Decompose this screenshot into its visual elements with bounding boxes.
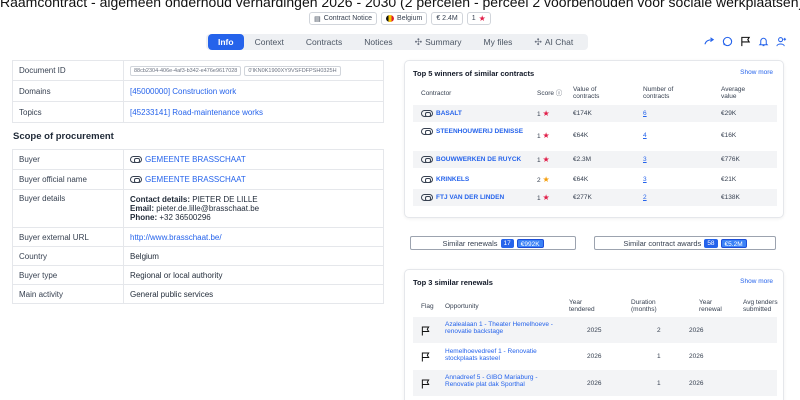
awards-count-badge: 58 [704, 238, 718, 248]
row-buyer-url: Buyer external URL http://www.brasschaat… [12, 227, 384, 247]
row-buyer-type: Buyer type Regional or local authority [12, 265, 384, 285]
organization-icon [421, 110, 433, 117]
tab-bar: Info Context Contracts Notices ✣ Summary … [206, 34, 588, 50]
awards-value-badge: €5.2M [720, 238, 747, 248]
flag-icon[interactable] [740, 36, 751, 47]
star-icon: ★ [542, 193, 550, 202]
organization-icon [421, 156, 433, 163]
row-buyer-details: Buyer details Contact details: PIETER DE… [12, 189, 384, 228]
info-icon[interactable]: ⓘ [556, 90, 563, 97]
similar-renewals-button[interactable]: Similar renewals 17 €992K [410, 236, 576, 250]
tab-ai-chat[interactable]: ✣ AI Chat [523, 34, 584, 50]
notice-meta: ▤ Contract Notice Belgium € 2.4M 1 ★ [0, 12, 800, 25]
scope-table: Buyer GEMEENTE BRASSCHAAT Buyer official… [12, 149, 384, 304]
domain-link[interactable]: [45000000] Construction work [130, 87, 236, 96]
row-main-activity: Main activity General public services [12, 284, 384, 304]
contracts-count-link[interactable]: 4 [643, 132, 647, 139]
similar-awards-button[interactable]: Similar contract awards 58 €5.2M [594, 236, 776, 250]
star-icon: ★ [542, 131, 550, 140]
show-more-renewals-link[interactable]: Show more [740, 278, 773, 285]
row-country: Country Belgium [12, 246, 384, 266]
renewals-value-badge: €992K [516, 238, 544, 248]
country-chip: Belgium [381, 12, 428, 25]
organization-icon [421, 194, 433, 201]
winner-name[interactable]: FTJ VAN DER LINDEN [436, 194, 504, 201]
star-icon: ★ [542, 155, 550, 164]
toolbar [704, 36, 787, 47]
topic-link[interactable]: [45233141] Road-maintenance works [130, 108, 263, 117]
organization-icon [130, 156, 142, 164]
sparkle-icon: ✣ [414, 36, 423, 47]
contracts-count-link[interactable]: 3 [643, 176, 647, 183]
tab-my-files[interactable]: My files [473, 34, 524, 50]
tab-context[interactable]: Context [244, 34, 295, 50]
row-domains: Domains [45000000] Construction work [12, 80, 384, 102]
value-chip: € 2.4M [431, 12, 463, 25]
organization-icon [130, 176, 142, 184]
buyer-link[interactable]: GEMEENTE BRASSCHAAT [145, 155, 246, 164]
flag-icon[interactable] [421, 352, 430, 362]
tab-info[interactable]: Info [208, 34, 244, 50]
contracts-count-link[interactable]: 3 [643, 156, 647, 163]
flag-icon[interactable] [421, 326, 430, 336]
buyer-official-link[interactable]: GEMEENTE BRASSCHAAT [145, 175, 246, 184]
belgium-flag-icon [386, 15, 395, 22]
section-scope-title: Scope of procurement [13, 131, 114, 142]
reference-id-chip[interactable]: 0'IKN0K1900XY9VSFDFPSH0325H [244, 66, 341, 76]
organization-icon [421, 176, 433, 183]
buyer-email[interactable]: pieter.de.lille@brasschaat.be [156, 204, 259, 213]
renewal-opportunity-link[interactable]: Annadreef 5 - GIBO Mariaburg - Renovatie… [445, 374, 561, 388]
renewals-count-badge: 17 [500, 238, 514, 248]
renewal-opportunity-link[interactable]: Hemelhoevedreef 1 - Renovatie stockplaat… [445, 348, 561, 362]
row-buyer: Buyer GEMEENTE BRASSCHAAT [12, 149, 384, 170]
renewal-opportunity-link[interactable]: Azalealaan 1 - Theater Hemelhoeve - reno… [445, 321, 561, 335]
flag-icon[interactable] [421, 379, 430, 389]
winner-name[interactable]: KRINKELS [436, 176, 469, 183]
winner-name[interactable]: STEENHOUWERIJ DENISSE [436, 128, 523, 135]
add-user-icon[interactable] [776, 36, 787, 47]
comment-icon[interactable] [722, 36, 733, 47]
buyer-url-link[interactable]: http://www.brasschaat.be/ [130, 233, 222, 242]
score-chip: 1 ★ [466, 12, 491, 25]
tab-contracts[interactable]: Contracts [295, 34, 353, 50]
page-title: Raamcontract - algemeen onderhoud verhar… [0, 0, 800, 10]
show-more-winners-link[interactable]: Show more [740, 69, 773, 76]
top-winners-card: Top 5 winners of similar contracts Show … [404, 60, 784, 218]
tab-summary[interactable]: ✣ Summary [404, 34, 473, 50]
contracts-count-link[interactable]: 6 [643, 110, 647, 117]
notice-type-chip: ▤ Contract Notice [309, 12, 378, 25]
star-icon: ★ [542, 175, 550, 184]
star-icon: ★ [542, 109, 550, 118]
buyer-phone: +32 36500296 [159, 213, 211, 222]
winner-name[interactable]: BOUWWERKEN DE RUYCK [436, 156, 521, 163]
star-icon: ★ [478, 14, 486, 23]
bell-icon[interactable] [758, 36, 769, 47]
row-document-id: Document ID 88cb2304-406e-4af3-b342-e476… [12, 60, 384, 81]
document-details-table: Document ID 88cb2304-406e-4af3-b342-e476… [12, 60, 384, 123]
document-id-chip[interactable]: 88cb2304-406e-4af3-b342-e476e9617028 [130, 66, 242, 76]
tab-notices[interactable]: Notices [353, 34, 403, 50]
winner-name[interactable]: BASALT [436, 110, 462, 117]
row-topics: Topics [45233141] Road-maintenance works [12, 101, 384, 123]
sparkle-icon: ✣ [534, 36, 542, 47]
organization-icon [421, 128, 433, 135]
row-buyer-official-name: Buyer official name GEMEENTE BRASSCHAAT [12, 169, 384, 190]
top-renewals-card: Top 3 similar renewals Show more Flag Op… [404, 269, 784, 400]
contracts-count-link[interactable]: 2 [643, 194, 647, 201]
share-icon[interactable] [704, 36, 715, 47]
document-icon: ▤ [314, 15, 321, 23]
